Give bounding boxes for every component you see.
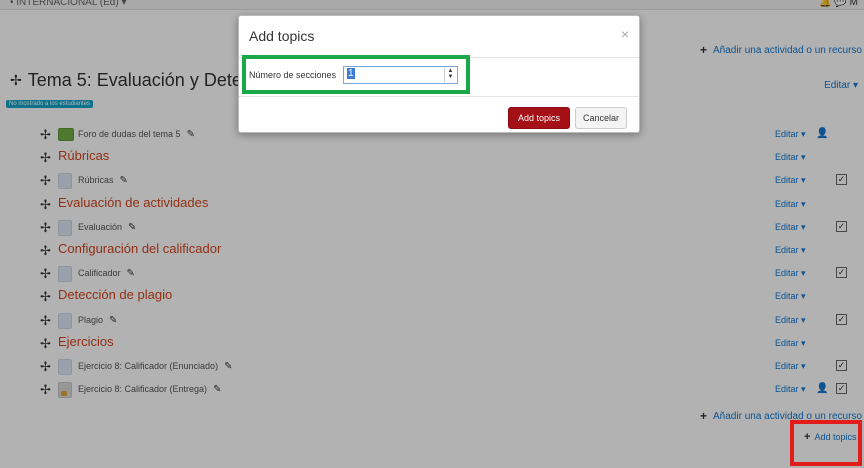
cancel-button[interactable]: Cancelar — [575, 107, 627, 129]
dialog-title: Add topics — [249, 28, 315, 44]
dialog-body: Número de secciones 1 ▲ ▼ — [239, 58, 639, 96]
sections-count-label: Número de secciones — [249, 70, 337, 80]
stepper-down-icon[interactable]: ▼ — [445, 74, 456, 80]
add-topics-dialog: Add topics × Número de secciones 1 ▲ ▼ A… — [238, 15, 640, 133]
dialog-header: Add topics × — [239, 16, 639, 58]
add-topics-button[interactable]: Add topics — [508, 107, 570, 129]
sections-count-input[interactable]: 1 — [343, 66, 458, 84]
dialog-footer: Add topics Cancelar — [239, 96, 639, 134]
close-icon[interactable]: × — [621, 26, 629, 42]
number-stepper[interactable]: ▲ ▼ — [444, 68, 456, 82]
sections-count-value: 1 — [347, 68, 355, 79]
